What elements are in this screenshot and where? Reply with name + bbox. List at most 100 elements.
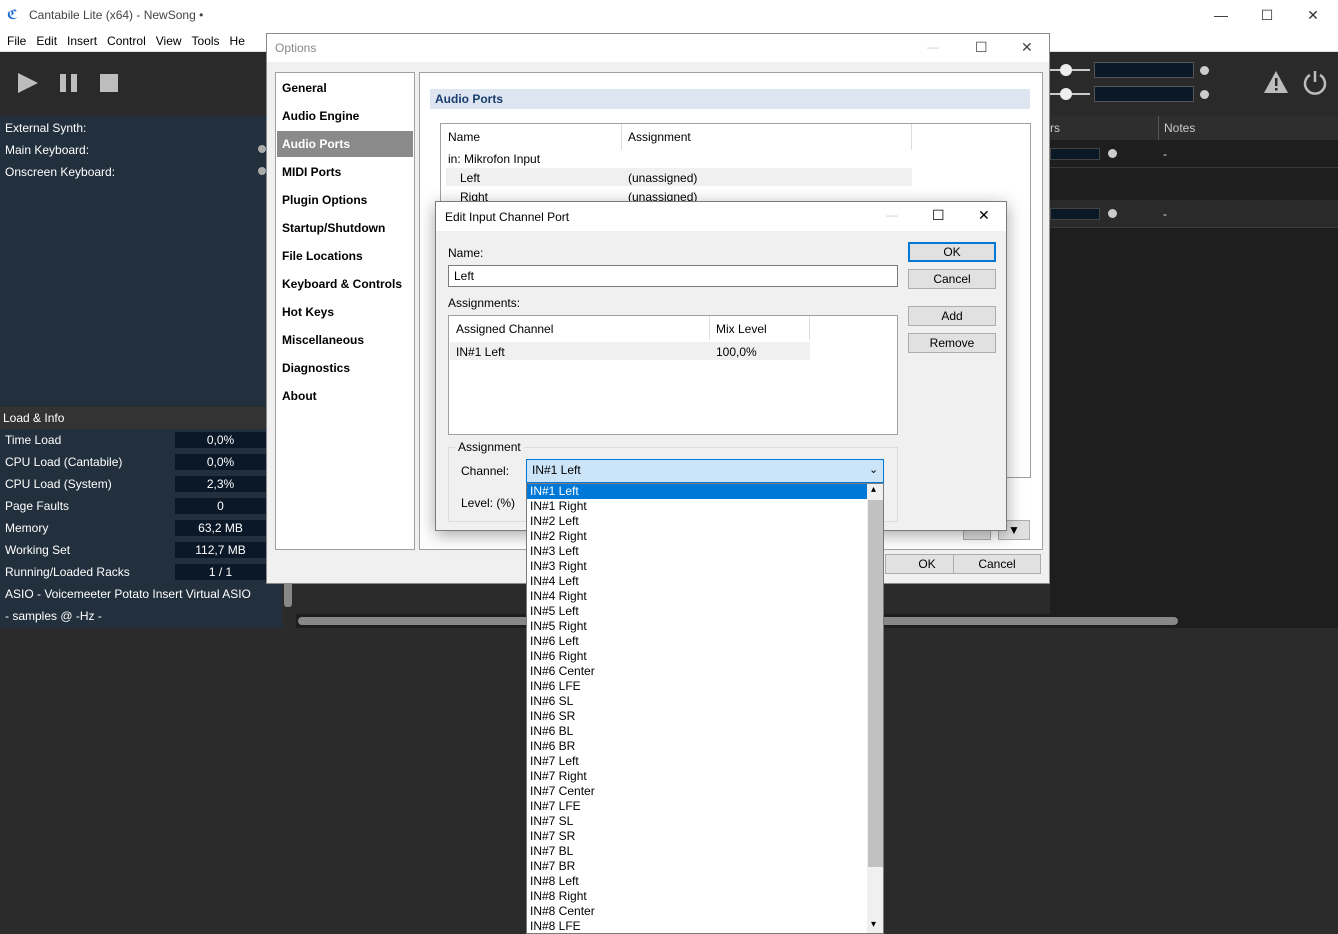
minimize-icon[interactable]: — bbox=[1198, 0, 1244, 30]
name-column-header[interactable]: Name bbox=[448, 130, 480, 144]
minimize-icon[interactable]: — bbox=[886, 208, 898, 222]
app-title: Cantabile Lite (x64) - NewSong • bbox=[29, 8, 204, 22]
dropdown-option[interactable]: IN#3 Right bbox=[527, 559, 867, 574]
nav-diagnostics[interactable]: Diagnostics bbox=[282, 361, 350, 375]
dropdown-option[interactable]: IN#5 Left bbox=[527, 604, 867, 619]
external-synth-label[interactable]: External Synth: bbox=[5, 121, 86, 135]
dropdown-option[interactable]: IN#8 Left bbox=[527, 874, 867, 889]
dropdown-option[interactable]: IN#6 Center bbox=[527, 664, 867, 679]
dropdown-option[interactable]: IN#6 Right bbox=[527, 649, 867, 664]
dropdown-option[interactable]: IN#8 LFE bbox=[527, 919, 867, 933]
chevron-down-icon: ⌄ bbox=[869, 464, 879, 476]
menu-edit[interactable]: Edit bbox=[36, 34, 57, 48]
close-icon[interactable]: ✕ bbox=[1021, 39, 1033, 56]
dropdown-option[interactable]: IN#7 SL bbox=[527, 814, 867, 829]
dropdown-scrollbar-thumb[interactable] bbox=[868, 500, 883, 867]
port-dot-icon bbox=[258, 145, 266, 153]
channel-select[interactable]: IN#1 Left ⌄ bbox=[526, 459, 884, 483]
cantabile-logo-icon: ℭ bbox=[7, 7, 18, 22]
port-assignment-cell: (unassigned) bbox=[628, 171, 698, 185]
nav-audio-engine[interactable]: Audio Engine bbox=[282, 109, 359, 123]
power-icon[interactable] bbox=[1302, 69, 1328, 95]
scroll-up-icon[interactable]: ▴ bbox=[871, 484, 876, 495]
maximize-icon[interactable]: ☐ bbox=[975, 39, 988, 56]
channel-select-value: IN#1 Left bbox=[532, 463, 581, 477]
nav-midi-ports[interactable]: MIDI Ports bbox=[282, 165, 341, 179]
led-indicator bbox=[1200, 66, 1209, 75]
dropdown-option[interactable]: IN#7 BR bbox=[527, 859, 867, 874]
menu-tools[interactable]: Tools bbox=[192, 34, 220, 48]
dropdown-option[interactable]: IN#5 Right bbox=[527, 619, 867, 634]
page-faults-label: Page Faults bbox=[5, 499, 70, 513]
nav-file-locations[interactable]: File Locations bbox=[282, 249, 363, 263]
menu-insert[interactable]: Insert bbox=[67, 34, 97, 48]
dropdown-option[interactable]: IN#6 LFE bbox=[527, 679, 867, 694]
notes-column-header[interactable]: Notes bbox=[1164, 121, 1195, 135]
nav-plugin-options[interactable]: Plugin Options bbox=[282, 193, 367, 207]
dropdown-option[interactable]: IN#7 LFE bbox=[527, 799, 867, 814]
dropdown-option[interactable]: IN#8 Center bbox=[527, 904, 867, 919]
port-group-label[interactable]: in: Mikrofon Input bbox=[448, 152, 540, 166]
master-slider-1[interactable] bbox=[1050, 62, 1090, 78]
stop-icon[interactable] bbox=[98, 72, 120, 94]
nav-miscellaneous[interactable]: Miscellaneous bbox=[282, 333, 364, 347]
dropdown-scrollbar[interactable]: ▴ ▾ bbox=[867, 484, 883, 933]
nav-general[interactable]: General bbox=[282, 81, 327, 95]
remove-button[interactable]: Remove bbox=[908, 333, 996, 353]
menu-help[interactable]: He bbox=[230, 34, 245, 48]
dropdown-option[interactable]: IN#3 Left bbox=[527, 544, 867, 559]
channel-label: Channel: bbox=[461, 464, 510, 478]
name-input[interactable]: Left bbox=[448, 265, 898, 287]
dropdown-option[interactable]: IN#6 BL bbox=[527, 724, 867, 739]
dropdown-option[interactable]: IN#2 Right bbox=[527, 529, 867, 544]
port-name-cell: Left bbox=[460, 171, 481, 185]
master-slider-2[interactable] bbox=[1050, 86, 1090, 102]
nav-about[interactable]: About bbox=[282, 389, 317, 403]
onscreen-keyboard-label[interactable]: Onscreen Keyboard: bbox=[5, 165, 115, 179]
close-icon[interactable]: ✕ bbox=[978, 207, 990, 224]
dropdown-option[interactable]: IN#7 Center bbox=[527, 784, 867, 799]
nav-keyboard-controls[interactable]: Keyboard & Controls bbox=[282, 277, 402, 291]
menu-control[interactable]: Control bbox=[107, 34, 146, 48]
assigned-channel-header[interactable]: Assigned Channel bbox=[456, 322, 553, 336]
dropdown-option[interactable]: IN#7 SR bbox=[527, 829, 867, 844]
nav-hot-keys[interactable]: Hot Keys bbox=[282, 305, 334, 319]
minimize-icon[interactable]: — bbox=[927, 40, 939, 54]
menu-view[interactable]: View bbox=[156, 34, 182, 48]
warning-icon[interactable] bbox=[1263, 70, 1289, 94]
dropdown-option[interactable]: IN#7 Right bbox=[527, 769, 867, 784]
dropdown-option[interactable]: IN#6 BR bbox=[527, 739, 867, 754]
edit-ok-button[interactable]: OK bbox=[908, 242, 996, 262]
nav-audio-ports[interactable]: Audio Ports bbox=[277, 131, 413, 157]
menu-file[interactable]: File bbox=[7, 34, 26, 48]
dropdown-option[interactable]: IN#6 SR bbox=[527, 709, 867, 724]
nav-startup-shutdown[interactable]: Startup/Shutdown bbox=[282, 221, 385, 235]
scroll-down-icon[interactable]: ▾ bbox=[871, 919, 876, 930]
edit-cancel-button[interactable]: Cancel bbox=[908, 269, 996, 289]
maximize-icon[interactable]: ☐ bbox=[932, 207, 945, 224]
dropdown-option[interactable]: IN#1 Left bbox=[527, 484, 867, 499]
dropdown-option[interactable]: IN#6 Left bbox=[527, 634, 867, 649]
close-icon[interactable]: ✕ bbox=[1290, 0, 1336, 30]
play-icon[interactable] bbox=[16, 71, 40, 95]
assigned-channel-cell: IN#1 Left bbox=[456, 345, 505, 359]
pause-icon[interactable] bbox=[58, 72, 80, 94]
maximize-icon[interactable]: ☐ bbox=[1244, 0, 1290, 30]
main-keyboard-label[interactable]: Main Keyboard: bbox=[5, 143, 89, 157]
name-label: Name: bbox=[448, 246, 484, 260]
dropdown-option[interactable]: IN#4 Right bbox=[527, 589, 867, 604]
dropdown-option[interactable]: IN#7 Left bbox=[527, 754, 867, 769]
mix-level-header[interactable]: Mix Level bbox=[716, 322, 767, 336]
dropdown-option[interactable]: IN#4 Left bbox=[527, 574, 867, 589]
dropdown-option[interactable]: IN#7 BL bbox=[527, 844, 867, 859]
options-cancel-button[interactable]: Cancel bbox=[953, 554, 1041, 574]
dropdown-option[interactable]: IN#1 Right bbox=[527, 499, 867, 514]
memory-label: Memory bbox=[5, 521, 49, 535]
add-button[interactable]: Add bbox=[908, 306, 996, 326]
channel-dropdown-list: IN#1 Left IN#1 Right IN#2 Left IN#2 Right IN… bbox=[526, 483, 884, 934]
assignment-column-header[interactable]: Assignment bbox=[628, 130, 691, 144]
dropdown-option[interactable]: IN#6 SL bbox=[527, 694, 867, 709]
load-info-header: Load & Info bbox=[0, 407, 266, 429]
dropdown-option[interactable]: IN#2 Left bbox=[527, 514, 867, 529]
dropdown-option[interactable]: IN#8 Right bbox=[527, 889, 867, 904]
